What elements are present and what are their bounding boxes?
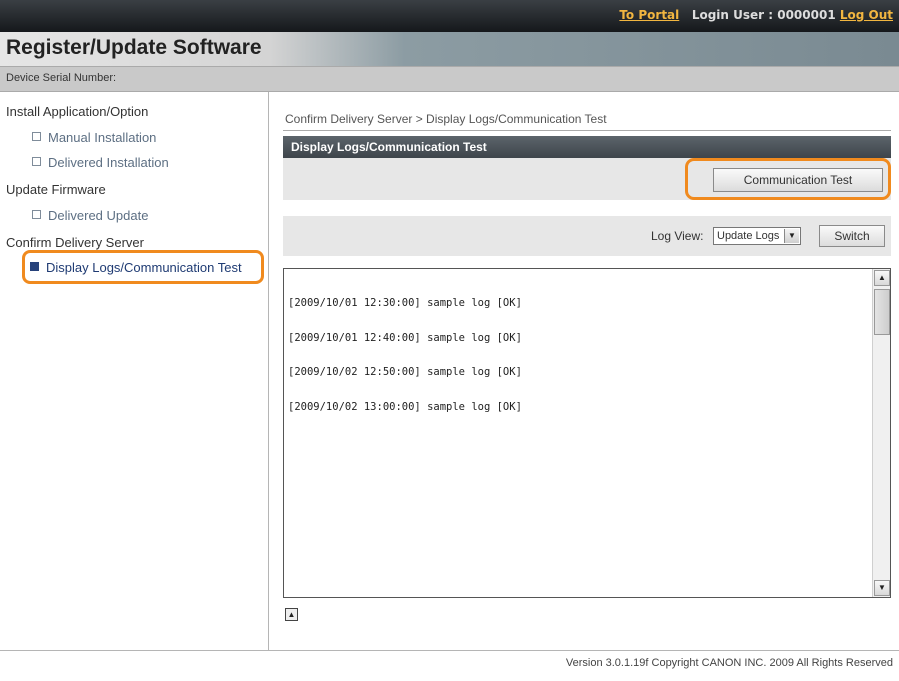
sidebar-item-label: Delivered Installation <box>48 155 169 170</box>
breadcrumb: Confirm Delivery Server > Display Logs/C… <box>285 112 607 126</box>
sidebar-item-delivered-update[interactable]: Delivered Update <box>32 208 148 223</box>
square-bullet-icon <box>32 157 41 166</box>
square-bullet-icon <box>32 132 41 141</box>
back-to-top-icon[interactable]: ▲ <box>285 608 298 621</box>
scroll-up-icon[interactable]: ▲ <box>874 270 890 286</box>
user-links: To Portal Login User : 0000001 Log Out <box>619 8 893 22</box>
log-view-label: Log View: <box>651 229 704 243</box>
square-bullet-icon <box>32 210 41 219</box>
log-line: [2009/10/01 12:30:00] sample log [OK] <box>288 297 522 309</box>
sidebar-item-label: Delivered Update <box>48 208 149 223</box>
sidebar-section-confirm-delivery-server: Confirm Delivery Server <box>6 235 144 250</box>
copyright-text: Version 3.0.1.19f Copyright CANON INC. 2… <box>565 657 893 669</box>
panel-title: Display Logs/Communication Test <box>291 140 487 154</box>
log-view-selected: Update Logs <box>717 230 780 242</box>
highlight-frame-sidebar <box>22 250 264 284</box>
log-textarea[interactable]: [2009/10/01 12:30:00] sample log [OK] [2… <box>283 268 891 598</box>
sidebar-section-install: Install Application/Option <box>6 104 149 119</box>
sidebar-item-label: Manual Installation <box>48 130 157 145</box>
serial-bar: Device Serial Number: <box>0 66 899 92</box>
sidebar-item-manual-installation[interactable]: Manual Installation <box>32 130 156 145</box>
sidebar-item-delivered-installation[interactable]: Delivered Installation <box>32 155 169 170</box>
serial-label: Device Serial Number: <box>6 72 117 84</box>
title-bar: Register/Update Software <box>0 32 899 66</box>
login-user-label: Login User : 0000001 <box>691 8 836 22</box>
scroll-down-icon[interactable]: ▼ <box>874 580 890 596</box>
main-content: Confirm Delivery Server > Display Logs/C… <box>269 92 899 650</box>
portal-link[interactable]: To Portal <box>619 8 679 22</box>
sidebar-section-update-firmware: Update Firmware <box>6 182 106 197</box>
chevron-down-icon[interactable]: ▼ <box>784 229 799 243</box>
log-line: [2009/10/02 12:50:00] sample log [OK] <box>288 366 522 378</box>
vertical-scrollbar[interactable]: ▲ ▼ <box>872 269 890 597</box>
page-title: Register/Update Software <box>6 36 262 59</box>
log-view-select[interactable]: Update Logs ▼ <box>713 227 801 245</box>
log-lines: [2009/10/01 12:30:00] sample log [OK] [2… <box>288 275 522 436</box>
log-line: [2009/10/02 13:00:00] sample log [OK] <box>288 400 522 413</box>
breadcrumb-divider <box>283 130 891 131</box>
log-line: [2009/10/01 12:40:00] sample log [OK] <box>288 331 522 344</box>
panel-header: Display Logs/Communication Test <box>283 136 891 158</box>
scroll-thumb[interactable] <box>874 289 890 335</box>
top-bar: To Portal Login User : 0000001 Log Out <box>0 0 899 32</box>
footer: Version 3.0.1.19f Copyright CANON INC. 2… <box>0 650 899 681</box>
log-view-bar: Log View: Update Logs ▼ Switch <box>283 216 891 256</box>
logout-link[interactable]: Log Out <box>840 8 893 22</box>
highlight-frame-button <box>685 158 891 200</box>
switch-button[interactable]: Switch <box>819 225 885 247</box>
sidebar: Install Application/Option Manual Instal… <box>0 92 269 650</box>
